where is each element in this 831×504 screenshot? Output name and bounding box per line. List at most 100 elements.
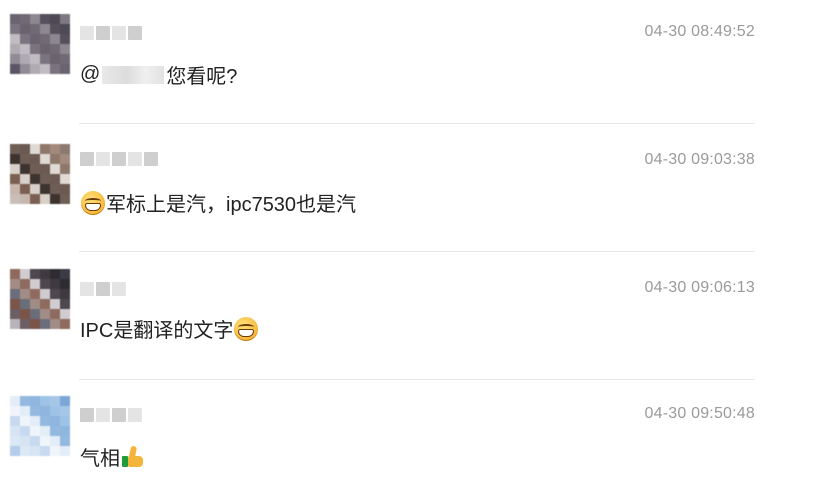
avatar-pixel [50, 289, 60, 299]
avatar-pixel [10, 184, 20, 194]
comment-text-suffix: 您看呢? [166, 66, 238, 88]
avatar-pixel [20, 289, 30, 299]
avatar-pixel [10, 319, 20, 329]
avatar-pixel [30, 174, 40, 184]
avatar-pixel [10, 289, 20, 299]
grin-emoji-icon [81, 190, 105, 215]
avatar-pixel [10, 24, 20, 34]
avatar-pixel [20, 426, 30, 436]
avatar-pixel [30, 34, 40, 44]
username-redacted[interactable] [80, 148, 158, 170]
comment-timestamp: 04-30 09:50:48 [644, 405, 755, 422]
avatar-pixel [20, 436, 30, 446]
avatar[interactable] [10, 144, 70, 204]
avatar-pixel [40, 279, 50, 289]
comment-text: IPC是翻译的文字 [80, 314, 259, 343]
avatar-pixel [50, 34, 60, 44]
avatar-pixel [60, 416, 70, 426]
avatar-pixel [30, 24, 40, 34]
avatar-pixel [20, 54, 30, 64]
avatar-pixel [20, 14, 30, 24]
avatar-pixel [60, 34, 70, 44]
comment-timestamp: 04-30 08:49:52 [644, 23, 755, 40]
avatar-pixel [20, 64, 30, 74]
avatar-pixel [40, 289, 50, 299]
avatar-pixel [10, 299, 20, 309]
avatar-pixel [10, 416, 20, 426]
avatar-pixel [30, 279, 40, 289]
avatar-pixel [40, 144, 50, 154]
avatar-pixel [50, 194, 60, 204]
avatar-pixel [20, 269, 30, 279]
avatar-pixel [20, 416, 30, 426]
avatar-pixel [40, 64, 50, 74]
avatar[interactable] [10, 396, 70, 456]
avatar-pixel [20, 184, 30, 194]
username-redacted[interactable] [80, 278, 126, 300]
comment-text: @ 您看呢? [80, 60, 237, 89]
avatar-pixel [60, 406, 70, 416]
avatar-pixel [40, 44, 50, 54]
avatar-pixel [30, 426, 40, 436]
avatar-pixel [40, 154, 50, 164]
avatar-pixel [60, 54, 70, 64]
avatar[interactable] [10, 269, 70, 329]
avatar-pixel [60, 184, 70, 194]
avatar-pixel [10, 426, 20, 436]
avatar-pixel [40, 24, 50, 34]
avatar-pixel [50, 184, 60, 194]
avatar-pixel [60, 164, 70, 174]
avatar-pixel [10, 64, 20, 74]
avatar-pixel [60, 396, 70, 406]
avatar-pixel [30, 396, 40, 406]
avatar[interactable] [10, 14, 70, 74]
avatar-pixel [10, 144, 20, 154]
avatar-pixel [60, 24, 70, 34]
avatar-pixel [10, 269, 20, 279]
comment-item: 04-30 09:03:38 军标上是汽，ipc7530也是汽 [0, 128, 831, 248]
mention-redacted[interactable] [102, 65, 165, 84]
avatar-pixel [10, 164, 20, 174]
avatar-pixel [50, 54, 60, 64]
comment-text-body: 军标上是汽，ipc7530也是汽 [106, 194, 357, 216]
avatar-pixel [50, 64, 60, 74]
avatar-pixel [60, 174, 70, 184]
avatar-pixel [50, 174, 60, 184]
avatar-pixel [30, 406, 40, 416]
avatar-pixel [30, 436, 40, 446]
avatar-pixel [30, 54, 40, 64]
avatar-pixel [40, 416, 50, 426]
avatar-pixel [20, 34, 30, 44]
avatar-pixel [40, 14, 50, 24]
avatar-pixel [40, 164, 50, 174]
avatar-pixel [40, 446, 50, 456]
avatar-pixel [20, 279, 30, 289]
avatar-pixel [30, 64, 40, 74]
avatar-pixel [10, 396, 20, 406]
avatar-pixel [40, 406, 50, 416]
avatar-pixel [50, 406, 60, 416]
avatar-pixel [40, 299, 50, 309]
avatar-pixel [60, 14, 70, 24]
avatar-pixel [30, 309, 40, 319]
avatar-pixel [30, 14, 40, 24]
avatar-pixel [20, 396, 30, 406]
avatar-pixel [40, 396, 50, 406]
avatar-pixel [60, 309, 70, 319]
username-redacted[interactable] [80, 22, 142, 44]
divider [79, 379, 754, 380]
avatar-pixel [40, 184, 50, 194]
comment-text-body: 气相 [80, 448, 120, 470]
avatar-pixel [60, 154, 70, 164]
avatar-pixel [20, 194, 30, 204]
comment-item: 04-30 09:50:48 气相 [0, 384, 831, 504]
avatar-pixel [50, 154, 60, 164]
comment-item: 04-30 08:49:52 @ 您看呢? [0, 0, 831, 120]
avatar-pixel [50, 144, 60, 154]
avatar-pixel [50, 319, 60, 329]
avatar-pixel [40, 174, 50, 184]
username-redacted[interactable] [80, 404, 142, 426]
avatar-pixel [40, 309, 50, 319]
avatar-pixel [60, 436, 70, 446]
avatar-pixel [60, 279, 70, 289]
